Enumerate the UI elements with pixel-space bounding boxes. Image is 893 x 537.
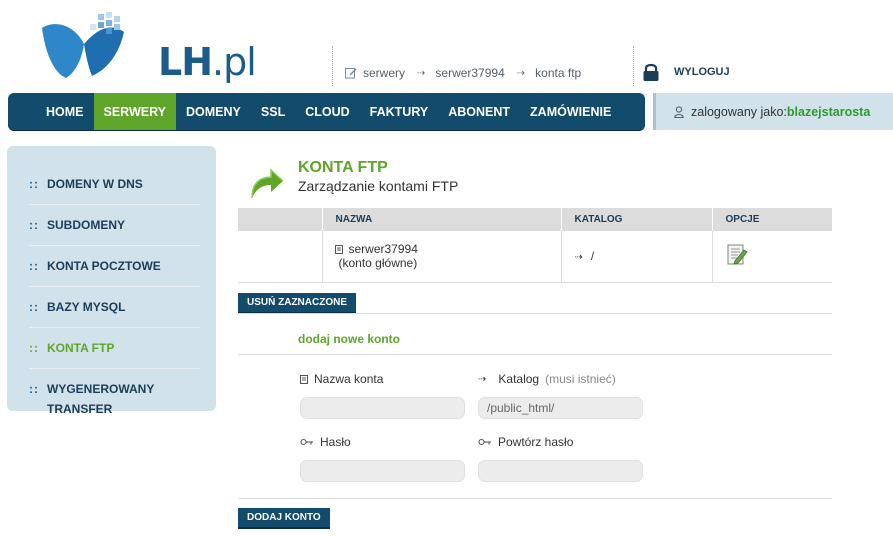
password-label: Hasło — [300, 435, 351, 449]
bullet-icon: :: — [29, 259, 39, 273]
options-cell — [711, 231, 832, 283]
account-note: (konto główne) — [338, 256, 418, 271]
breadcrumb-item-server[interactable]: serwer37994 — [435, 66, 504, 80]
add-account-title: dodaj nowe konto — [298, 332, 400, 346]
divider — [238, 313, 832, 314]
username[interactable]: blazejstarosta — [787, 105, 870, 119]
lock-icon — [643, 63, 659, 81]
nav-item-ssl[interactable]: SSL — [251, 93, 295, 130]
edit-icon — [345, 68, 357, 79]
key-icon — [478, 438, 491, 446]
sidebar-item-label: BAZY MYSQL — [47, 300, 126, 314]
nav-item-domeny[interactable]: DOMENY — [176, 93, 251, 130]
butterfly-logo-icon — [42, 12, 124, 79]
header-divider — [633, 46, 634, 86]
table-header-row: NAZWA KATALOG OPCJE — [238, 208, 832, 231]
arrow-right-icon: ⇢ — [478, 373, 487, 385]
catalog-cell: ⇢ / — [560, 231, 712, 283]
logout-button[interactable]: WYLOGUJ — [642, 62, 730, 82]
key-icon — [300, 438, 313, 446]
account-name-label-text: Nazwa konta — [314, 372, 384, 386]
breadcrumb-item-serwery[interactable]: serwery — [363, 66, 405, 80]
account-name-input[interactable] — [300, 397, 465, 419]
nav-item-zamowienie[interactable]: ZAMÓWIENIE — [520, 93, 621, 130]
row-select-cell — [238, 231, 322, 283]
repeat-password-label-text: Powtórz hasło — [498, 435, 574, 449]
password-label-text: Hasło — [320, 435, 351, 449]
add-account-button[interactable]: DODAJ KONTO — [238, 508, 330, 529]
sidebar-item-domeny-w-dns[interactable]: :: DOMENY W DNS — [29, 164, 200, 205]
sidebar-item-label: KONTA POCZTOWE — [47, 259, 161, 273]
arrow-right-icon: ⇢ — [516, 67, 526, 79]
document-icon — [300, 374, 308, 384]
column-header-name: NAZWA — [321, 208, 561, 231]
logged-in-prefix: zalogowany jako: — [691, 104, 787, 119]
sidebar-item-konta-ftp[interactable]: :: KONTA FTP — [29, 328, 200, 369]
sidebar-item-wygenerowany-transfer[interactable]: :: WYGENEROWANY TRANSFER — [29, 369, 200, 429]
sidebar-item-label: WYGENEROWANY TRANSFER — [47, 382, 155, 416]
nav-item-faktury[interactable]: FAKTURY — [360, 93, 439, 130]
nav-item-cloud[interactable]: CLOUD — [295, 93, 359, 130]
sidebar-item-label: SUBDOMENY — [47, 218, 126, 232]
column-header-options: OPCJE — [711, 208, 832, 231]
account-name-label: Nazwa konta — [300, 372, 383, 386]
bullet-icon: :: — [29, 218, 39, 232]
logout-label: WYLOGUJ — [674, 66, 730, 78]
user-icon — [674, 105, 684, 118]
nav-item-home[interactable]: HOME — [36, 93, 94, 130]
breadcrumb: serwery ⇢ serwer37994 ⇢ konta ftp — [345, 66, 581, 80]
account-name: serwer37994 — [348, 242, 418, 257]
delete-selected-button[interactable]: USUŃ ZAZNACZONE — [238, 293, 356, 314]
column-header-catalog: KATALOG — [560, 208, 712, 231]
page-subtitle: Zarządzanie kontami FTP — [298, 178, 459, 194]
catalog-input[interactable] — [478, 397, 643, 419]
lh-logo[interactable]: LH.pl — [40, 10, 260, 84]
divider — [238, 498, 832, 499]
sidebar-item-konta-pocztowe[interactable]: :: KONTA POCZTOWE — [29, 246, 200, 287]
logged-in-user: zalogowany jako: blazejstarosta — [653, 93, 893, 130]
header-divider — [332, 46, 333, 86]
arrow-right-icon: ⇢ — [574, 252, 583, 264]
document-icon — [334, 244, 343, 254]
catalog-label-text: Katalog — [498, 372, 540, 386]
catalog-label: ⇢ Katalog (musi istnieć) — [478, 372, 616, 386]
main-navigation: HOME SERWERY DOMENY SSL CLOUD FAKTURY AB… — [8, 93, 645, 130]
bullet-icon: :: — [29, 177, 39, 191]
nav-item-abonent[interactable]: ABONENT — [438, 93, 520, 130]
arrow-right-icon: ⇢ — [417, 67, 426, 79]
sidebar-item-bazy-mysql[interactable]: :: BAZY MYSQL — [29, 287, 200, 328]
divider — [238, 354, 832, 355]
curved-arrow-icon — [251, 168, 284, 199]
table-row: serwer37994 (konto główne) ⇢ / — [238, 231, 832, 283]
bullet-icon: :: — [29, 382, 39, 396]
repeat-password-label: Powtórz hasło — [478, 435, 573, 449]
catalog-value: / — [590, 249, 595, 264]
nav-item-serwery[interactable]: SERWERY — [93, 93, 177, 130]
sidebar-item-subdomeny[interactable]: :: SUBDOMENY — [29, 205, 200, 246]
repeat-password-input[interactable] — [478, 460, 643, 482]
breadcrumb-item-current: konta ftp — [535, 66, 582, 80]
ftp-accounts-table: NAZWA KATALOG OPCJE serwer37994 (konto g… — [238, 208, 832, 283]
sidebar: :: DOMENY W DNS :: SUBDOMENY :: KONTA PO… — [7, 146, 216, 416]
sidebar-item-label: KONTA FTP — [47, 341, 115, 355]
column-header-select — [238, 208, 322, 231]
password-input[interactable] — [300, 460, 465, 482]
logo-wordmark: LH.pl — [158, 40, 257, 84]
catalog-hint: (musi istnieć) — [545, 372, 616, 386]
page-title: KONTA FTP — [298, 159, 388, 176]
account-name-cell: serwer37994 (konto główne) — [321, 231, 561, 283]
bullet-icon: :: — [29, 341, 39, 355]
bullet-icon: :: — [29, 300, 39, 314]
edit-document-icon[interactable] — [726, 244, 748, 266]
sidebar-item-label: DOMENY W DNS — [47, 177, 143, 191]
